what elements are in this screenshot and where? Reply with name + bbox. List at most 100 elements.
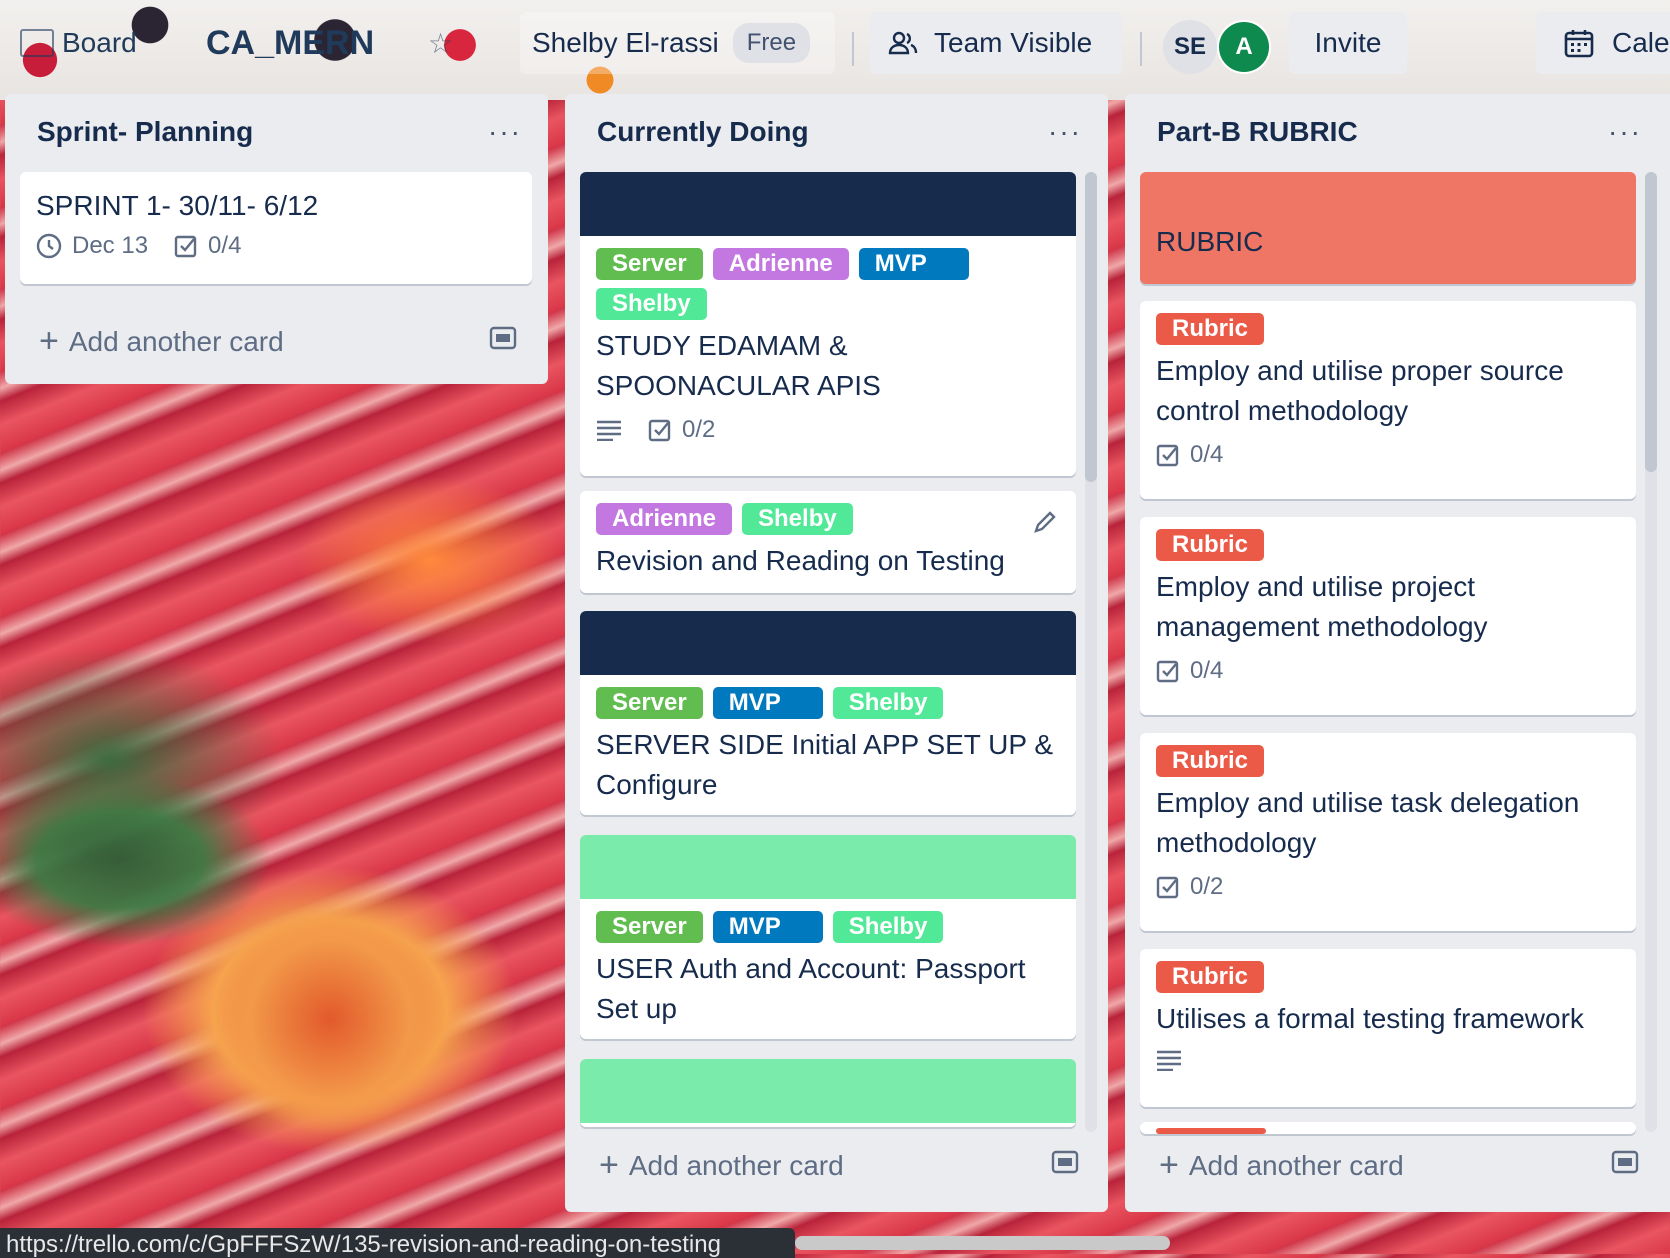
checklist-badge: 0/4 (174, 232, 241, 260)
clock-icon (36, 233, 62, 259)
invite-button[interactable]: Invite (1289, 12, 1407, 74)
plan-badge: Free (732, 23, 811, 63)
label-shelby[interactable]: Shelby (742, 503, 853, 535)
workspace-name: Shelby El-rassi (532, 27, 719, 58)
card-cover (580, 1059, 1076, 1123)
card[interactable]: Rubric Employ and utilise project manage… (1140, 517, 1636, 715)
board-header: Board CA_MERN ☆ Shelby El-rassi Free Tea… (0, 10, 1670, 80)
label-mvp[interactable]: MVP (858, 248, 969, 280)
due-date-badge[interactable]: Dec 13 (36, 232, 148, 260)
description-icon (596, 419, 622, 441)
edit-pencil-icon[interactable] (1032, 509, 1058, 540)
card-cover (580, 172, 1076, 236)
card[interactable]: Rubric Employ and utilise task delegatio… (1140, 733, 1636, 931)
description-icon (1156, 1049, 1182, 1071)
checklist-count: 0/4 (208, 232, 242, 259)
plus-icon: + (1159, 1146, 1179, 1184)
card-title: Employ and utilise project management me… (1156, 571, 1488, 642)
due-date: Dec 13 (72, 232, 149, 259)
card[interactable]: RUBRIC (1140, 172, 1636, 284)
add-card-label: Add another card (68, 325, 284, 357)
board-name[interactable]: CA_MERN (206, 12, 374, 74)
list-currently-doing: Currently Doing ··· Server Adrienne MVP … (565, 94, 1108, 1212)
label-rubric[interactable]: Rubric (1156, 745, 1265, 777)
plus-icon: + (39, 322, 59, 360)
checklist-badge: 0/2 (648, 416, 715, 444)
card[interactable]: Rubric Employ and utilise proper source … (1140, 301, 1636, 499)
checklist-count: 0/4 (1190, 657, 1224, 684)
checklist-count: 0/4 (1190, 441, 1224, 468)
card-template-icon[interactable] (1051, 1148, 1079, 1181)
label-mvp[interactable]: MVP (712, 911, 823, 943)
label-shelby[interactable]: Shelby (832, 911, 944, 943)
label-rubric[interactable]: Rubric (1156, 961, 1265, 993)
star-icon[interactable]: ☆ (428, 12, 453, 74)
card-title: Revision and Reading on Testing (596, 545, 1005, 576)
team-icon (888, 31, 918, 55)
card-template-icon[interactable] (1611, 1148, 1639, 1181)
workspace-button[interactable]: Shelby El-rassi Free (520, 12, 835, 74)
card[interactable]: Server MVP Shelby USER Auth and Account:… (580, 835, 1076, 1039)
list-scrollbar-thumb[interactable] (1085, 172, 1097, 482)
board-switcher-button[interactable]: Board (20, 12, 137, 74)
checklist-badge: 0/4 (1156, 441, 1223, 469)
label-mvp[interactable]: MVP (712, 687, 823, 719)
label-server[interactable]: Server (596, 687, 703, 719)
label-adrienne[interactable]: Adrienne (712, 248, 849, 280)
label-rubric[interactable]: Rubric (1156, 313, 1265, 345)
label-shelby[interactable]: Shelby (832, 687, 944, 719)
card[interactable]: Server Adrienne MVP Shelby STUDY EDAMAM … (580, 172, 1076, 476)
header-divider (852, 32, 854, 66)
checklist-icon (1156, 876, 1179, 899)
board-icon (20, 29, 54, 57)
label-server[interactable]: Server (596, 911, 703, 943)
list-title[interactable]: Sprint- Planning (37, 116, 253, 148)
add-card-button[interactable]: + Add another card (39, 322, 284, 361)
add-card-button[interactable]: + Add another card (599, 1146, 844, 1185)
card-title: Employ and utilise task delegation metho… (1156, 787, 1580, 858)
card[interactable]: Rubric Utilises a formal testing framewo… (1140, 949, 1636, 1107)
card[interactable]: SPRINT 1- 30/11- 6/12 Dec 13 0/4 (20, 172, 532, 284)
card-cover (580, 611, 1076, 675)
card-template-icon[interactable] (489, 324, 517, 357)
list-title[interactable]: Part-B RUBRIC (1157, 116, 1358, 148)
checklist-icon (1156, 444, 1179, 467)
list-menu-button[interactable]: ··· (1048, 116, 1082, 148)
header-divider (1140, 32, 1142, 66)
checklist-count: 0/2 (1190, 873, 1224, 900)
board-background-decor (0, 600, 560, 1220)
label-adrienne[interactable]: Adrienne (596, 503, 733, 535)
avatar[interactable]: A (1217, 20, 1271, 74)
list-menu-button[interactable]: ··· (1608, 116, 1642, 148)
card-title: USER Auth and Account: Passport Set up (596, 953, 1026, 1024)
list-part-b-rubric: Part-B RUBRIC ··· RUBRIC Rubric Employ a… (1125, 94, 1670, 1212)
card[interactable]: Adrienne Shelby Revision and Reading on … (580, 491, 1076, 593)
add-card-button[interactable]: + Add another card (1159, 1146, 1404, 1185)
board-switcher-label: Board (62, 27, 137, 58)
label-rubric (1156, 1128, 1266, 1134)
card[interactable] (1140, 1122, 1636, 1134)
board-horizontal-scrollbar[interactable] (795, 1236, 1170, 1250)
card[interactable] (580, 1059, 1076, 1127)
calendar-button[interactable]: Cale (1536, 12, 1670, 74)
visibility-button[interactable]: Team Visible (870, 12, 1122, 74)
label-server[interactable]: Server (596, 248, 703, 280)
checklist-icon (174, 235, 197, 258)
card-title: STUDY EDAMAM & SPOONACULAR APIS (596, 330, 881, 401)
avatar[interactable]: SE (1163, 20, 1217, 74)
calendar-label: Cale (1612, 27, 1670, 58)
list-menu-button[interactable]: ··· (488, 116, 522, 148)
add-card-label: Add another card (628, 1149, 844, 1181)
label-rubric[interactable]: Rubric (1156, 529, 1265, 561)
plus-icon: + (599, 1146, 619, 1184)
add-card-label: Add another card (1188, 1149, 1404, 1181)
list-scrollbar-thumb[interactable] (1645, 172, 1657, 472)
card-title: SPRINT 1- 30/11- 6/12 (36, 190, 319, 221)
card[interactable]: Server MVP Shelby SERVER SIDE Initial AP… (580, 611, 1076, 815)
list-sprint-planning: Sprint- Planning ··· SPRINT 1- 30/11- 6/… (5, 94, 548, 384)
list-title[interactable]: Currently Doing (597, 116, 809, 148)
label-shelby[interactable]: Shelby (596, 288, 707, 320)
card-title: RUBRIC (1156, 226, 1264, 257)
checklist-icon (1156, 660, 1179, 683)
visibility-label: Team Visible (934, 27, 1093, 58)
